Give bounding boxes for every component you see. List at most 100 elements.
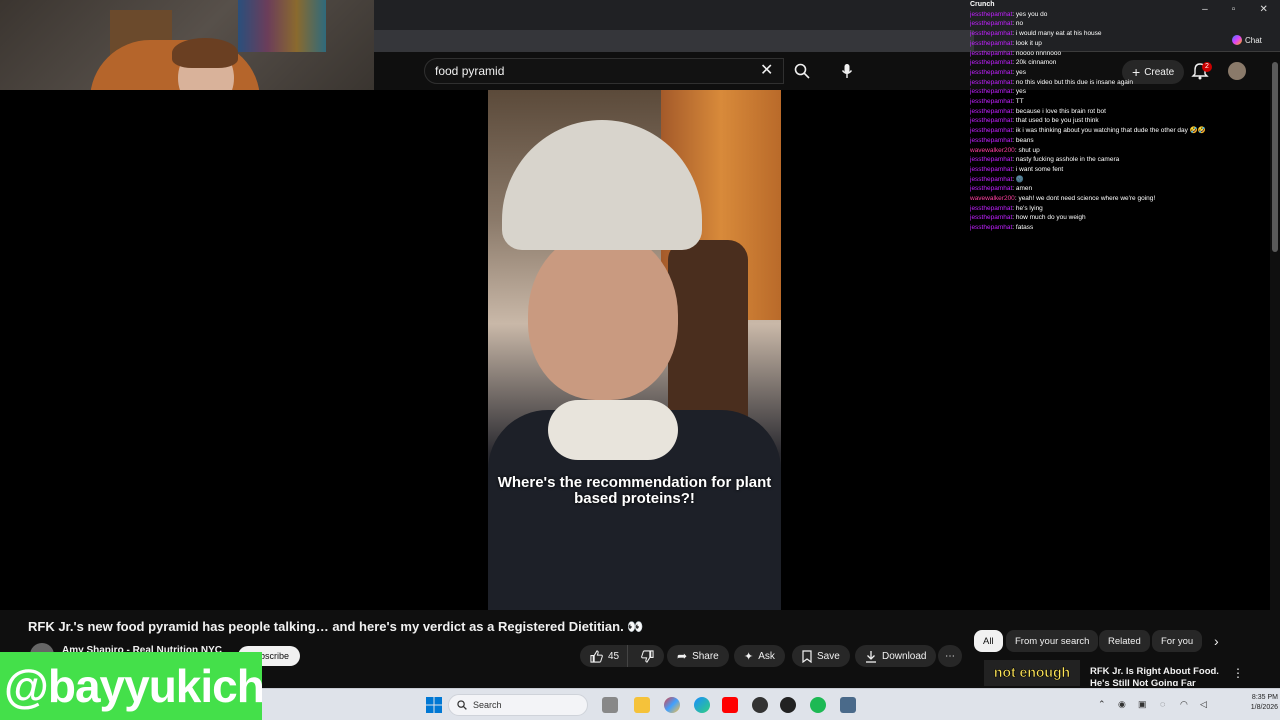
chat-text: ik i was thinking about you watching tha…: [1015, 127, 1206, 135]
webcam-posters: [238, 0, 326, 52]
taskbar-search-label: Search: [473, 700, 502, 710]
voice-search-button[interactable]: [834, 58, 860, 84]
microphone-icon: [841, 64, 853, 78]
copilot-icon: [1232, 35, 1242, 45]
download-label: Download: [882, 650, 927, 662]
chat-message: jessthepamhat: he's lying: [970, 204, 1270, 214]
minimize-icon[interactable]: –: [1202, 4, 1208, 20]
video-title: RFK Jr.'s new food pyramid has people ta…: [28, 619, 644, 634]
chat-username: jessthepamhat: [970, 107, 1013, 115]
chip-from-your-search[interactable]: From your search: [1006, 630, 1099, 652]
windows-taskbar: Search ⌃ ◉ ▣ ◌ ◠ ◁ 8:35 PM 1/8/2026: [262, 688, 1280, 720]
tray-icon-3[interactable]: ◌: [1160, 699, 1165, 709]
browser-address-bar[interactable]: [374, 30, 974, 52]
short-video[interactable]: Where's the recommendation for plant bas…: [488, 90, 781, 610]
chat-message: jessthepamhat: i would many eat at his h…: [970, 29, 1270, 39]
chat-username: wavewalker200: [970, 195, 1015, 203]
ask-button[interactable]: ✦ Ask: [734, 645, 785, 667]
file-explorer-icon[interactable]: [634, 697, 650, 713]
youtube-icon[interactable]: [722, 697, 738, 713]
chat-text: no this video but this due is insane aga…: [1015, 78, 1133, 86]
chat-text: shut up: [1018, 146, 1040, 154]
chip-related[interactable]: Related: [1099, 630, 1150, 652]
like-dislike-group: 45: [580, 645, 664, 667]
chat-text: yes: [1015, 88, 1027, 96]
chevron-up-icon[interactable]: ⌃: [1098, 699, 1106, 710]
app-icon-2[interactable]: [752, 697, 768, 713]
chat-username: jessthepamhat: [970, 156, 1013, 164]
chat-message: jessthepamhat: ik i was thinking about y…: [970, 126, 1270, 136]
download-icon: [866, 650, 876, 663]
chat-message: jessthepamhat: no this video but this du…: [970, 78, 1270, 88]
save-button[interactable]: Save: [792, 645, 850, 667]
chat-username: jessthepamhat: [970, 136, 1013, 144]
copilot-chat-button[interactable]: Chat: [1232, 32, 1276, 48]
dislike-button[interactable]: [633, 645, 662, 667]
chat-text: that used to be you just think: [1015, 117, 1099, 125]
chat-button-label: Chat: [1245, 35, 1262, 45]
chat-message: jessthepamhat: beans: [970, 136, 1270, 146]
scrollbar[interactable]: [1270, 52, 1280, 686]
volume-icon[interactable]: ◁: [1200, 699, 1207, 710]
chat-message: jessthepamhat: 20k cinnamon: [970, 58, 1270, 68]
window-controls: – ▫ ✕: [1190, 4, 1280, 20]
chip-all[interactable]: All: [974, 630, 1003, 652]
thumbs-down-icon: [641, 649, 654, 663]
chevron-right-icon[interactable]: ›: [1214, 633, 1219, 649]
chat-message: jessthepamhat: noooo nnnnooo: [970, 49, 1270, 59]
tray-icon-2[interactable]: ▣: [1138, 699, 1147, 710]
download-button[interactable]: Download: [855, 645, 937, 667]
like-button[interactable]: 45: [580, 645, 629, 667]
chat-text: 20k cinnamon: [1015, 59, 1057, 67]
chat-text: he's lying: [1015, 204, 1043, 212]
chat-username: jessthepamhat: [970, 224, 1013, 232]
recommended-title[interactable]: RFK Jr. Is Right About Food. He's Still …: [1090, 666, 1230, 686]
recommended-thumbnail[interactable]: not enough: [984, 660, 1080, 686]
app-icon[interactable]: [664, 697, 680, 713]
close-icon[interactable]: ✕: [760, 60, 773, 80]
taskbar-search[interactable]: Search: [448, 694, 588, 716]
share-button[interactable]: ➦ Share: [667, 645, 729, 667]
task-view-icon[interactable]: [602, 697, 618, 713]
chat-message: jessthepamhat: because i love this brain…: [970, 107, 1270, 117]
clock-date: 1/8/2026: [1250, 704, 1278, 711]
chat-text: amen: [1015, 185, 1033, 193]
chat-message: jessthepamhat: fatass: [970, 223, 1270, 233]
tray-icon[interactable]: ◉: [1118, 699, 1126, 710]
chat-text: how much do you weigh: [1015, 214, 1086, 222]
like-count: 45: [608, 650, 620, 662]
chat-text: i would many eat at his house: [1015, 30, 1102, 38]
taskbar-clock[interactable]: 8:35 PM 1/8/2026: [1222, 693, 1278, 713]
chat-text: TT: [1015, 98, 1024, 106]
webcam-streamer-hair: [172, 38, 238, 68]
chat-username: jessthepamhat: [970, 30, 1013, 38]
chat-username: jessthepamhat: [970, 39, 1013, 47]
spotify-icon[interactable]: [810, 697, 826, 713]
edge-icon[interactable]: [694, 697, 710, 713]
wifi-icon[interactable]: ◠: [1180, 699, 1188, 710]
chat-text: because i love this brain rot bot: [1015, 107, 1106, 115]
search-button[interactable]: [786, 58, 818, 84]
more-actions-button[interactable]: ⋯: [938, 645, 962, 667]
bookmark-icon: [802, 649, 812, 663]
chat-text: yes you do: [1015, 10, 1048, 18]
chat-message: jessthepamhat: yes: [970, 87, 1270, 97]
windows-start-icon[interactable]: [426, 697, 442, 713]
maximize-icon[interactable]: ▫: [1232, 4, 1236, 20]
kebab-menu-icon[interactable]: ⋮: [1232, 666, 1244, 680]
chat-message: jessthepamhat: no: [970, 19, 1270, 29]
search-query: food pyramid: [435, 64, 505, 78]
obs-icon[interactable]: [780, 697, 796, 713]
scrollbar-thumb[interactable]: [1272, 62, 1278, 252]
chat-text: noooo nnnnooo: [1015, 49, 1062, 57]
app-icon-3[interactable]: [840, 697, 856, 713]
search-input[interactable]: food pyramid: [424, 58, 784, 84]
chat-message: jessthepamhat: look it up: [970, 39, 1270, 49]
chat-username: jessthepamhat: [970, 68, 1013, 76]
chat-text: i want some fent: [1015, 165, 1064, 173]
close-window-icon[interactable]: ✕: [1260, 4, 1268, 20]
chat-username: jessthepamhat: [970, 204, 1013, 212]
chat-username: jessthepamhat: [970, 214, 1013, 222]
chat-username: jessthepamhat: [970, 165, 1013, 173]
chip-for-you[interactable]: For you: [1152, 630, 1203, 652]
